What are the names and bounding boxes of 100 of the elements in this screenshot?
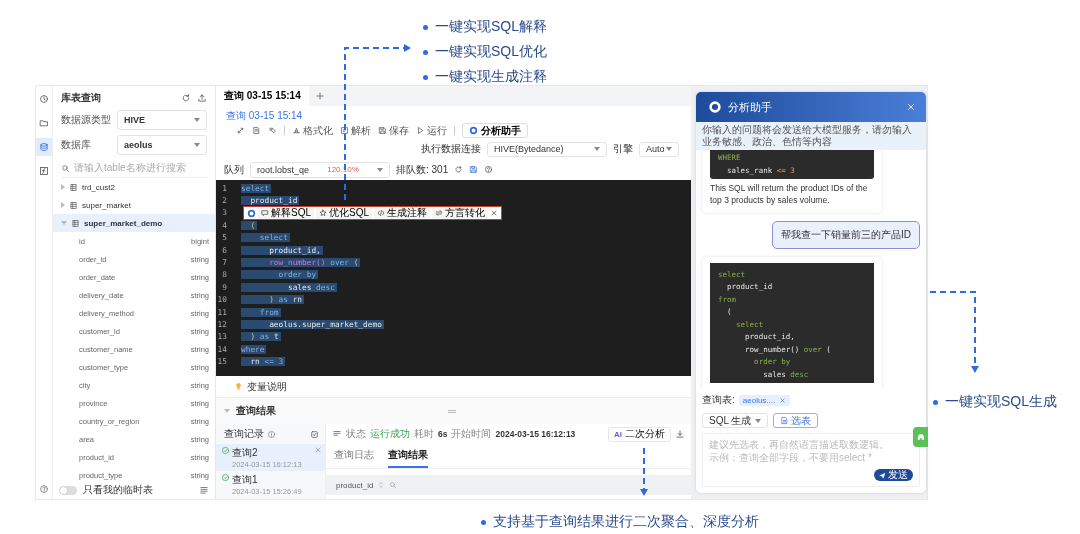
logo-icon xyxy=(708,100,722,114)
toolbar-button[interactable]: 格式化 xyxy=(292,123,333,138)
field-label: 查询表: xyxy=(702,393,735,407)
table-item[interactable]: trd_cust2 xyxy=(53,178,215,196)
headset-icon xyxy=(915,432,926,442)
user-message: 帮我查一下销量前三的产品ID xyxy=(772,220,920,249)
select-table-button[interactable]: 选表 xyxy=(773,413,818,428)
notice-text: 你输入的问题将会发送给大模型服务，请勿输入业务敏感、政治、色情等内容 xyxy=(696,122,926,150)
close-icon[interactable] xyxy=(314,446,322,454)
caret-icon xyxy=(594,147,600,151)
ai-action-button[interactable]: 优化SQL xyxy=(316,207,373,219)
history-name: 查询1 xyxy=(232,473,259,487)
table-icon xyxy=(69,200,78,210)
send-button[interactable]: 发送 xyxy=(874,469,913,481)
database-icon xyxy=(39,142,49,152)
dashed-arrow xyxy=(640,447,648,496)
search-icon[interactable] xyxy=(389,481,398,489)
duration-value: 6s xyxy=(438,429,448,439)
select-field[interactable]: HIVE(Bytedance) xyxy=(487,141,607,157)
query-title: 查询 03-15 15:14 xyxy=(225,109,304,122)
duration-label: 耗时 xyxy=(414,427,434,441)
expand-arrow-icon[interactable] xyxy=(61,184,65,190)
list-icon[interactable] xyxy=(199,485,209,495)
ai-action-button[interactable]: 解释SQL xyxy=(258,207,314,219)
bullet-dot xyxy=(423,24,428,30)
expand-icon[interactable] xyxy=(236,126,245,135)
table-item[interactable]: super_market_demo xyxy=(53,214,215,232)
assistant-button[interactable]: 分析助手 xyxy=(462,123,528,138)
close-icon[interactable] xyxy=(906,102,916,112)
select-field[interactable]: HIVE xyxy=(117,110,207,130)
start-time-label: 开始时间 xyxy=(451,427,492,441)
close-icon[interactable] xyxy=(490,209,499,217)
toolbar-button[interactable]: 解析 xyxy=(340,123,371,138)
bullet-dot xyxy=(423,49,428,55)
toolbar-button[interactable]: 运行 xyxy=(416,123,447,138)
brush-icon[interactable] xyxy=(268,126,277,135)
queue-count: 排队数: 301 xyxy=(396,162,449,177)
folder-icon xyxy=(39,118,49,128)
result-tab[interactable]: 查询结果 xyxy=(388,444,428,468)
drag-handle[interactable] xyxy=(448,410,456,413)
bulb-icon xyxy=(234,382,243,391)
collapse-arrow-icon[interactable] xyxy=(224,409,230,413)
select-field[interactable]: Auto xyxy=(639,141,679,157)
toggle-label: 只看我的临时表 xyxy=(83,483,154,497)
status-value: 运行成功 xyxy=(370,427,410,441)
expand-arrow-icon[interactable] xyxy=(61,202,65,208)
function-icon xyxy=(39,166,49,176)
menu-icon[interactable] xyxy=(332,429,342,439)
caret-icon xyxy=(194,143,200,147)
parse-icon xyxy=(340,126,349,135)
format-icon xyxy=(292,126,301,135)
toggle-switch[interactable] xyxy=(59,485,77,495)
play-icon xyxy=(416,126,425,135)
query-tab[interactable]: 查询 03-15 15:14 xyxy=(216,86,309,106)
code-icon xyxy=(377,209,386,217)
swap-icon xyxy=(435,209,444,217)
refresh-icon[interactable] xyxy=(181,93,191,103)
search-icon xyxy=(61,163,70,173)
table-item[interactable]: super_market xyxy=(53,196,215,214)
caret-icon xyxy=(194,118,200,122)
add-tab-icon[interactable] xyxy=(314,91,325,101)
save-icon[interactable] xyxy=(469,165,479,174)
mode-select[interactable]: SQL 生成 xyxy=(702,413,768,428)
document-icon[interactable] xyxy=(252,126,261,135)
result-tab[interactable]: 查询日志 xyxy=(334,444,374,468)
bullet-dot xyxy=(423,74,428,80)
status-label: 状态 xyxy=(346,427,366,441)
column-header: product_id xyxy=(326,475,691,495)
table-icon xyxy=(69,182,78,192)
variables-link[interactable]: 变量说明 xyxy=(247,379,287,394)
comment-icon xyxy=(261,209,269,217)
refresh-icon[interactable] xyxy=(454,165,464,174)
caret-icon xyxy=(755,418,761,423)
help-icon[interactable] xyxy=(39,484,49,494)
upload-icon[interactable] xyxy=(197,93,207,103)
analysis-button[interactable]: AI 二次分析 xyxy=(608,426,671,442)
field-label: 数据库 xyxy=(61,138,92,152)
ai-action-button[interactable]: 生成注释 xyxy=(374,207,431,219)
table-icon xyxy=(71,218,80,228)
field-label: 数据源类型 xyxy=(61,113,112,127)
history-title: 查询记录 xyxy=(224,427,264,441)
send-icon xyxy=(879,471,886,479)
select-field[interactable]: root.lobst_qe 120.10% xyxy=(250,161,390,178)
success-icon xyxy=(221,473,230,482)
ai-action-button[interactable]: 方言转化 xyxy=(432,207,489,219)
success-icon xyxy=(221,446,230,455)
section-title: 查询结果 xyxy=(236,404,276,418)
support-button[interactable] xyxy=(913,427,928,447)
info-icon xyxy=(267,429,276,439)
bullet-dot xyxy=(933,399,938,405)
download-icon[interactable] xyxy=(675,429,685,439)
history-name: 查询2 xyxy=(232,446,259,460)
select-field[interactable]: aeolus xyxy=(117,135,207,155)
clock-icon xyxy=(39,94,49,104)
toolbar-button[interactable]: 保存 xyxy=(378,123,409,138)
panel-title: 分析助手 xyxy=(728,99,773,115)
expand-arrow-icon[interactable] xyxy=(61,221,67,225)
close-icon[interactable] xyxy=(779,396,787,404)
field-label: 引擎 xyxy=(613,142,633,156)
checkbox-icon[interactable] xyxy=(310,429,319,439)
